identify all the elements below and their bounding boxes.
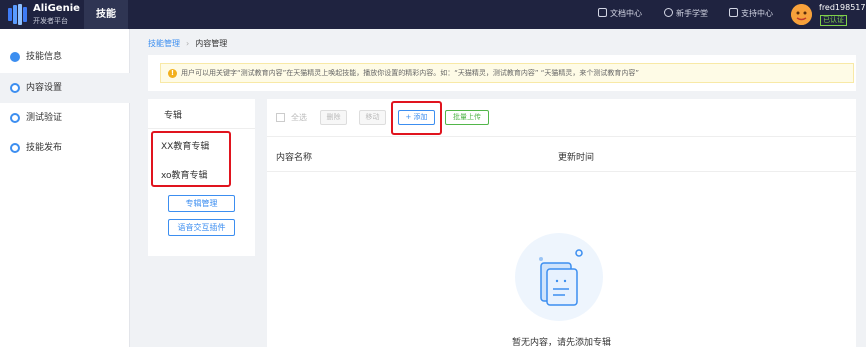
brand-title: AliGenie: [33, 3, 80, 14]
chevron-right-icon: ›: [186, 39, 190, 48]
delete-button[interactable]: 删除: [320, 110, 347, 125]
step-circle-icon: [10, 83, 20, 93]
albums-panel: 专辑 XX教育专辑 xo教育专辑 专辑管理 语音交互插件: [148, 99, 255, 256]
add-highlight-box: [391, 101, 442, 135]
select-all-checkbox[interactable]: [276, 113, 285, 122]
column-header-updated: 更新时间: [558, 153, 595, 163]
sidebar-item-label: 技能信息: [26, 52, 63, 62]
support-icon: [729, 8, 738, 17]
brand-subtitle: 开发者平台: [33, 17, 68, 25]
sidebar-item-label: 测试验证: [26, 113, 63, 123]
document-icon: [598, 8, 607, 17]
sidebar: 技能信息 内容设置 测试验证 技能发布: [0, 29, 130, 347]
nav-skill-tab[interactable]: 技能: [84, 0, 128, 29]
breadcrumb-parent[interactable]: 技能管理: [148, 39, 180, 48]
notice-text: 用户可以用关键字“测试教育内容”在天猫精灵上唤起技能，播放你设置的精彩内容。如：…: [181, 69, 639, 77]
support-label: 支持中心: [741, 9, 773, 18]
empty-document-icon: [515, 233, 603, 321]
content-panel: 全选 删除 移动 + 添加 批量上传 内容名称 更新时间 暂无内容，请先添加专辑: [267, 99, 856, 347]
album-highlight-box: [151, 131, 231, 187]
info-icon: !: [168, 69, 177, 78]
empty-state-text: 暂无内容，请先添加专辑: [511, 338, 611, 347]
support-link[interactable]: 支持中心: [729, 8, 773, 19]
sidebar-item-label: 内容设置: [26, 83, 63, 93]
verified-badge: 已认证: [820, 15, 847, 26]
newbie-link[interactable]: 新手学堂: [664, 8, 708, 19]
notice-banner: ! 用户可以用关键字“测试教育内容”在天猫精灵上唤起技能，播放你设置的精彩内容。…: [160, 63, 854, 83]
divider: [148, 128, 255, 129]
step-circle-icon: [10, 113, 20, 123]
sidebar-item-publish[interactable]: 技能发布: [0, 133, 130, 163]
breadcrumb-current: 内容管理: [195, 39, 228, 48]
step-circle-icon: [10, 143, 20, 153]
docs-label: 文档中心: [610, 9, 642, 18]
sidebar-item-test[interactable]: 测试验证: [0, 103, 130, 133]
batch-upload-button[interactable]: 批量上传: [445, 110, 489, 125]
docs-link[interactable]: 文档中心: [598, 8, 642, 19]
user-name[interactable]: fred198517: [819, 3, 865, 12]
notice-panel: ! 用户可以用关键字“测试教育内容”在天猫精灵上唤起技能，播放你设置的精彩内容。…: [148, 55, 856, 91]
toolbar: 全选 删除 移动 + 添加 批量上传: [267, 99, 856, 137]
voice-plugin-button[interactable]: 语音交互插件: [168, 219, 235, 236]
aligenie-logo-icon: [8, 4, 27, 25]
sidebar-item-label: 技能发布: [26, 143, 63, 153]
album-manage-button[interactable]: 专辑管理: [168, 195, 235, 212]
sidebar-item-skill-info[interactable]: 技能信息: [0, 42, 130, 72]
newbie-label: 新手学堂: [676, 9, 708, 18]
column-header-name: 内容名称: [276, 153, 313, 163]
check-circle-icon: [10, 52, 20, 62]
question-icon: [664, 8, 673, 17]
breadcrumb: 技能管理 › 内容管理: [148, 38, 227, 49]
top-navbar: AliGenie 开发者平台 技能 文档中心 新手学堂 支持中心 fred198…: [0, 0, 866, 29]
select-all-label: 全选: [291, 113, 307, 122]
move-button[interactable]: 移动: [359, 110, 386, 125]
divider: [267, 171, 856, 172]
albums-title: 专辑: [164, 111, 183, 121]
avatar[interactable]: [791, 4, 812, 25]
sidebar-item-content-settings[interactable]: 内容设置: [0, 73, 130, 103]
